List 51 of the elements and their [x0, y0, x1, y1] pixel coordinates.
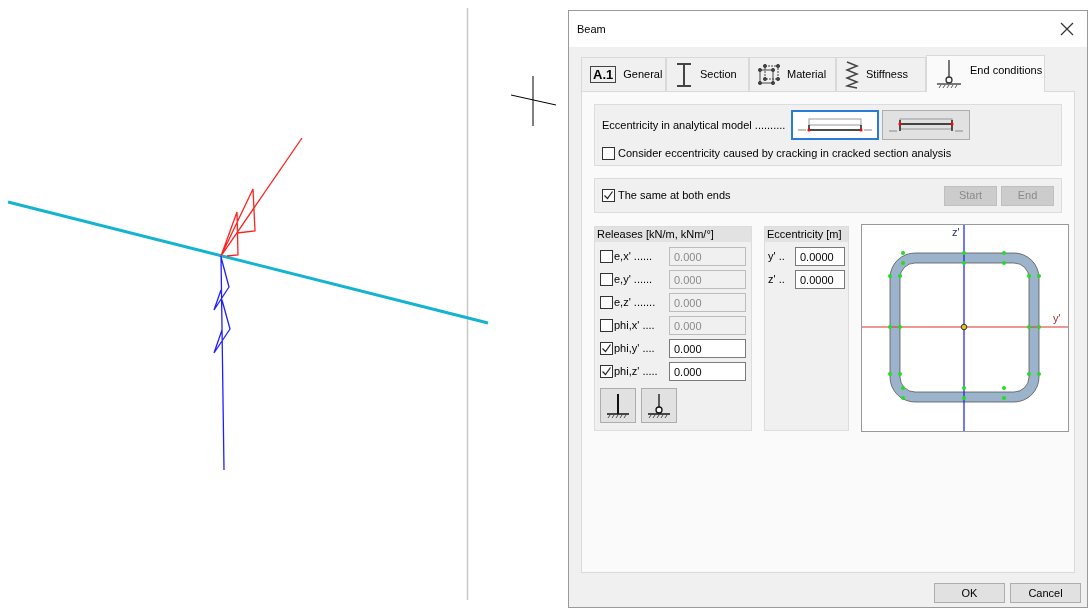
crosshair-cursor — [510, 75, 557, 127]
release-label: phi,z' ..... — [613, 364, 659, 380]
eccentricity-input[interactable]: 0.0000 — [795, 270, 845, 289]
checkbox-label: The same at both ends — [618, 188, 731, 204]
release-label: phi,y' .... — [613, 341, 656, 357]
eccentricity-input[interactable]: 0.0000 — [795, 247, 845, 266]
fixed-support-icon — [605, 392, 631, 419]
spring-icon — [845, 60, 859, 89]
eccentricity-label: y' .. — [768, 249, 786, 265]
beam-end-icon — [796, 116, 875, 134]
tab[interactable]: A.1 General — [581, 57, 666, 91]
eccentricity-label: z' .. — [768, 272, 786, 288]
tab[interactable]: End conditions — [926, 55, 1045, 92]
centroid-marker — [960, 323, 968, 331]
eccentricity-label: Eccentricity in analytical model .......... — [602, 117, 786, 133]
release-label: e,z' ....... — [613, 295, 657, 311]
checkbox[interactable] — [600, 365, 613, 378]
tab[interactable]: Stiffness — [836, 57, 926, 91]
axis-label: y' — [1053, 312, 1061, 324]
checkbox-label: Consider eccentricity caused by cracking in cracked section analysis — [618, 146, 952, 161]
support-icon — [935, 59, 963, 89]
window-title: Beam — [577, 21, 606, 37]
checkbox[interactable] — [602, 146, 615, 160]
close-icon — [1060, 22, 1074, 36]
release-label: e,x' ...... — [613, 249, 654, 265]
cube-icon — [758, 63, 780, 86]
tab-badge: A.1 — [590, 66, 617, 83]
eccentricity-option-button[interactable] — [882, 110, 971, 140]
checkbox[interactable] — [602, 189, 615, 202]
checkbox[interactable] — [600, 319, 613, 332]
support-button[interactable] — [641, 388, 677, 423]
dialog-button[interactable]: Cancel — [1010, 583, 1081, 603]
release-input[interactable]: 0.000 — [669, 339, 746, 358]
dialog-button[interactable]: OK — [934, 583, 1005, 603]
release-input[interactable]: 0.000 — [669, 362, 746, 381]
pinned-support-icon — [646, 392, 672, 419]
release-label: e,y' ...... — [613, 272, 654, 288]
eccentricity-option-button[interactable] — [791, 110, 880, 140]
group-header: Releases [kN/m, kNm/°] — [595, 227, 751, 242]
support-button[interactable] — [600, 388, 636, 423]
i-beam-icon — [675, 61, 693, 88]
group-header: Eccentricity [m] — [765, 227, 848, 242]
checkbox[interactable] — [600, 250, 613, 263]
tab[interactable]: Section — [666, 57, 749, 91]
checkbox[interactable] — [600, 273, 613, 286]
beam-end-icon — [887, 116, 966, 134]
axis-label: z' — [952, 226, 960, 238]
checkbox[interactable] — [600, 296, 613, 309]
tab[interactable]: Material — [749, 57, 836, 91]
release-label: phi,x' .... — [613, 318, 656, 334]
checkbox[interactable] — [600, 342, 613, 355]
